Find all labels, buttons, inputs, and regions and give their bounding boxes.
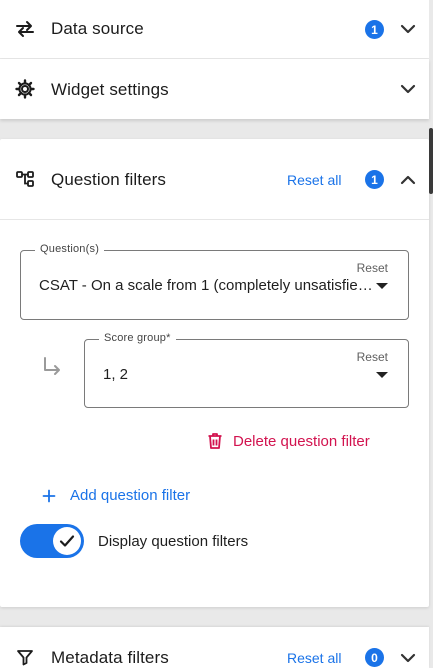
score-group-reset-button[interactable]: Reset — [357, 350, 388, 364]
delete-question-filter-button[interactable]: Delete question filter — [207, 432, 370, 450]
plus-icon — [42, 489, 56, 503]
data-source-panel: Data source 1 — [0, 0, 429, 58]
metadata-filters-header[interactable]: Metadata filters Reset all 0 — [0, 627, 429, 668]
reset-all-button[interactable]: Reset all — [287, 172, 341, 188]
divider — [0, 219, 429, 220]
toggle-knob — [53, 527, 81, 555]
caret-down-icon[interactable] — [376, 372, 388, 378]
chevron-down-icon[interactable] — [399, 649, 417, 667]
tree-icon — [14, 168, 36, 190]
metadata-reset-all-button[interactable]: Reset all — [287, 650, 341, 666]
swap-arrows-icon — [14, 18, 36, 40]
score-group-select-value: 1, 2 — [103, 366, 129, 383]
funnel-icon — [14, 646, 36, 668]
widget-settings-title: Widget settings — [51, 80, 169, 99]
add-question-filter-button[interactable]: Add question filter — [42, 487, 190, 504]
delete-question-filter-label: Delete question filter — [233, 432, 370, 450]
question-filters-panel: Question filters Reset all 1 Question(s)… — [0, 139, 429, 607]
widget-settings-panel: Widget settings — [0, 59, 429, 119]
add-question-filter-label: Add question filter — [70, 487, 191, 504]
trash-icon — [207, 432, 223, 450]
data-source-header[interactable]: Data source 1 — [0, 0, 429, 58]
gear-icon — [14, 78, 36, 100]
scrollbar-thumb[interactable] — [429, 128, 433, 194]
chevron-down-icon[interactable] — [399, 20, 417, 38]
caret-down-icon[interactable] — [376, 283, 388, 289]
score-group-field-legend: Score group* — [99, 332, 176, 344]
display-question-filters-label: Display question filters — [98, 533, 249, 550]
chevron-up-icon[interactable] — [399, 171, 417, 189]
question-filters-title: Question filters — [51, 170, 166, 189]
score-group-select[interactable]: Score group* Reset 1, 2 — [84, 332, 409, 408]
chevron-down-icon[interactable] — [399, 80, 417, 98]
checkmark-icon — [59, 535, 75, 547]
subdirectory-arrow-icon — [40, 355, 64, 379]
data-source-count-badge: 1 — [365, 20, 384, 39]
widget-settings-header[interactable]: Widget settings — [0, 59, 429, 119]
metadata-filters-panel: Metadata filters Reset all 0 — [0, 627, 429, 668]
metadata-filters-title: Metadata filters — [51, 648, 169, 667]
question-field-legend: Question(s) — [35, 243, 105, 255]
question-filters-header[interactable]: Question filters Reset all 1 — [0, 139, 429, 219]
display-question-filters-toggle[interactable] — [20, 524, 84, 558]
question-filters-count-badge: 1 — [365, 170, 384, 189]
question-select-value: CSAT - On a scale from 1 (completely uns… — [39, 277, 373, 294]
question-reset-button[interactable]: Reset — [357, 261, 388, 275]
question-select[interactable]: Question(s) Reset CSAT - On a scale from… — [20, 243, 409, 320]
data-source-title: Data source — [51, 19, 144, 38]
metadata-filters-count-badge: 0 — [365, 648, 384, 667]
